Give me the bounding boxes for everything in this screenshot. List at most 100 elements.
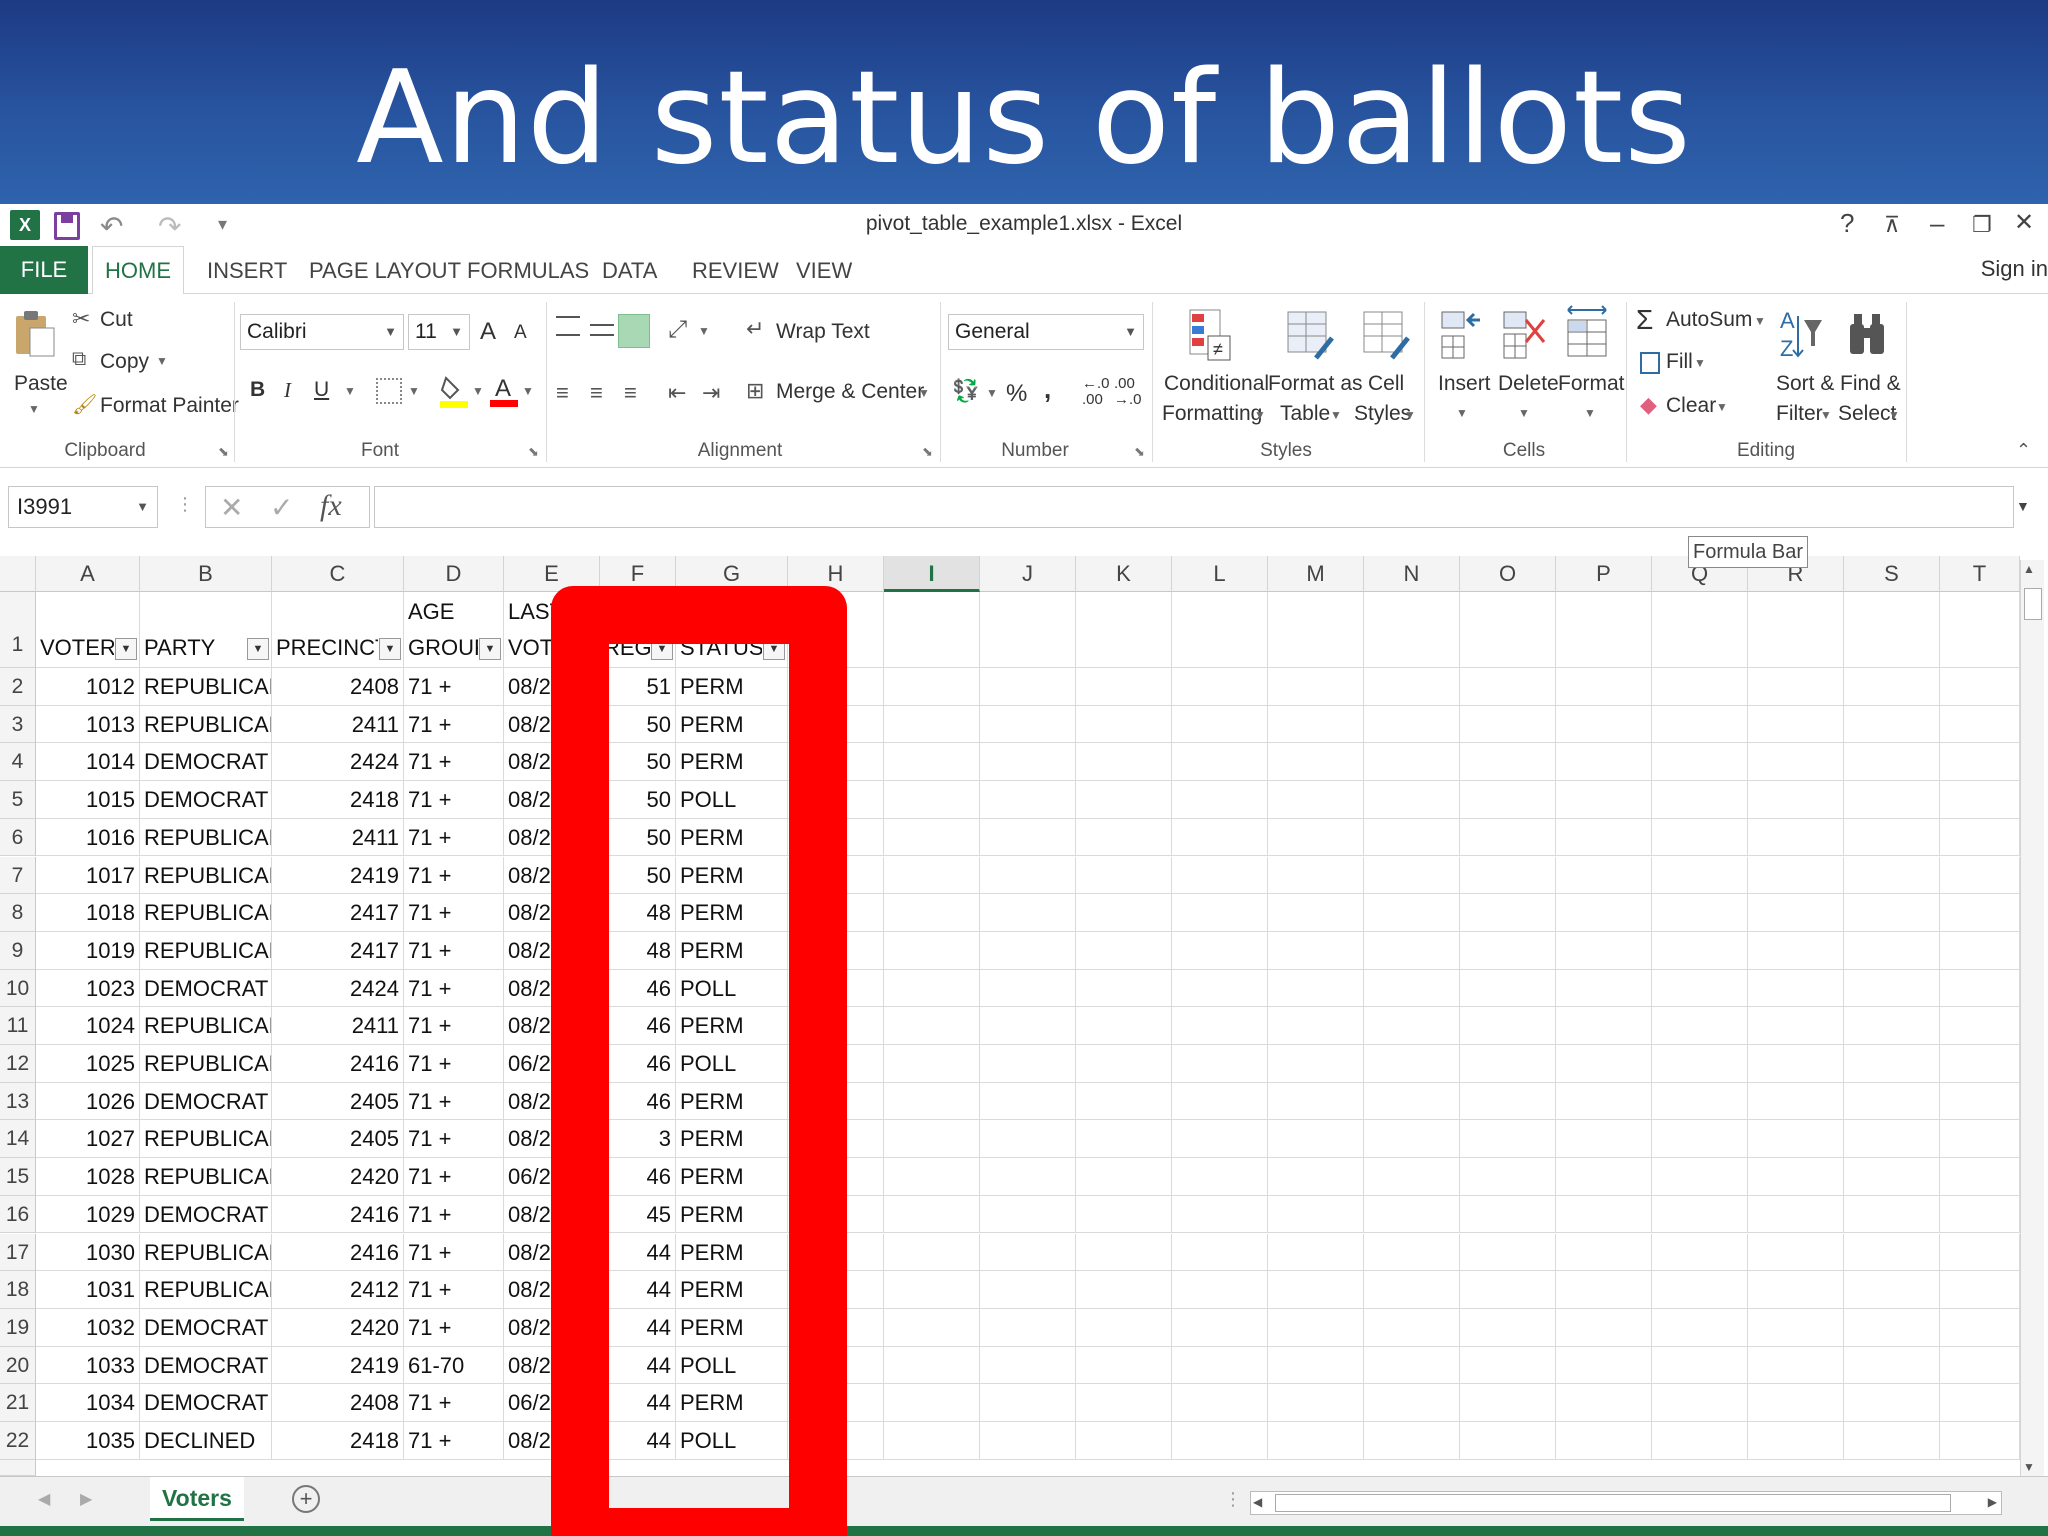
header-cell[interactable] (980, 592, 1076, 668)
sort-filter-button-line2[interactable]: Filter (1776, 402, 1823, 426)
cell-c[interactable]: 2418 (272, 781, 404, 819)
cell-d[interactable]: 71 + (404, 1158, 504, 1196)
row-header[interactable]: 9 (0, 931, 36, 970)
cell-e[interactable]: 08/2 (504, 705, 600, 744)
empty-cell[interactable] (788, 1120, 884, 1159)
cell-c[interactable]: 2405 (272, 1082, 404, 1121)
cell-c[interactable]: 2412 (272, 1271, 404, 1309)
row-header[interactable]: 2 (0, 668, 36, 706)
help-button[interactable]: ? (1840, 208, 1854, 239)
empty-cell[interactable] (980, 856, 1076, 895)
empty-cell[interactable] (1460, 1271, 1556, 1309)
empty-cell[interactable] (1268, 1271, 1364, 1309)
filter-dropdown-icon[interactable]: ▼ (115, 638, 137, 660)
empty-cell[interactable] (788, 1233, 884, 1272)
previous-sheet-icon[interactable]: ◀ (38, 1489, 50, 1509)
cell-g[interactable]: PERM (676, 668, 788, 706)
bold-button[interactable]: B (250, 378, 265, 402)
worksheet-grid[interactable]: ABCDEFGHIJKLMNOPQRST 1 VOTER ▼ PARTY ▼ PRECIN… (0, 556, 2048, 1476)
format-painter-button[interactable]: Format Painter (100, 394, 239, 418)
scroll-right-icon[interactable]: ▶ (1988, 1495, 1997, 1509)
empty-cell[interactable] (1364, 1422, 1460, 1460)
font-name-select[interactable]: Calibri ▼ (240, 314, 404, 350)
empty-cell[interactable] (1940, 856, 2020, 895)
empty-cell[interactable] (1460, 894, 1556, 932)
empty-cell[interactable] (1460, 1422, 1556, 1460)
cell-e[interactable]: 08/2 (504, 1082, 600, 1121)
cell-c[interactable]: 2411 (272, 1007, 404, 1045)
empty-cell[interactable] (1556, 668, 1652, 706)
empty-cell[interactable] (884, 1045, 980, 1083)
insert-cells-button[interactable]: Insert (1438, 372, 1491, 396)
fill-dropdown-icon[interactable]: ▼ (1694, 356, 1706, 370)
find-select-dropdown-icon[interactable]: ▼ (1888, 408, 1900, 422)
delete-dropdown-icon[interactable]: ▼ (1518, 406, 1530, 420)
empty-cell[interactable] (1748, 1158, 1844, 1196)
empty-cell[interactable] (1556, 781, 1652, 819)
cell-g[interactable]: PERM (676, 1233, 788, 1272)
cell-b[interactable]: DEMOCRAT (140, 1384, 272, 1422)
empty-cell[interactable] (1844, 1007, 1940, 1045)
empty-cell[interactable] (1076, 743, 1172, 782)
cell-d[interactable]: 71 + (404, 1195, 504, 1234)
column-header-d[interactable]: D (404, 556, 504, 592)
sign-in-link[interactable]: Sign in (1981, 256, 2048, 282)
bottom-align-icon[interactable] (618, 314, 650, 348)
empty-cell[interactable] (1268, 894, 1364, 932)
empty-cell[interactable] (1364, 1007, 1460, 1045)
column-header-e[interactable]: E (504, 556, 600, 592)
empty-cell[interactable] (1652, 818, 1748, 857)
cell-e[interactable]: 08/2 (504, 1195, 600, 1234)
cell-c[interactable]: 2416 (272, 1045, 404, 1083)
delete-cells-button[interactable]: Delete (1498, 372, 1559, 396)
empty-cell[interactable] (788, 1271, 884, 1309)
empty-cell[interactable] (1748, 1195, 1844, 1234)
sort-filter-icon[interactable]: AZ (1778, 306, 1824, 362)
accounting-format-icon[interactable]: 💱 (952, 378, 979, 404)
cell-d[interactable]: 71 + (404, 1007, 504, 1045)
cell-b[interactable]: REPUBLICAN (140, 1045, 272, 1083)
empty-cell[interactable] (1556, 1308, 1652, 1347)
row-header[interactable]: 17 (0, 1233, 36, 1272)
cell-g[interactable]: PERM (676, 1158, 788, 1196)
empty-cell[interactable] (788, 1045, 884, 1083)
cell-e[interactable]: 06/2 (504, 1045, 600, 1083)
paste-button[interactable]: Paste (14, 372, 68, 396)
find-select-icon[interactable] (1846, 306, 1890, 362)
empty-cell[interactable] (1460, 1158, 1556, 1196)
vertical-scrollbar[interactable]: ▲ ▼ (2020, 560, 2044, 1476)
empty-cell[interactable] (1556, 1045, 1652, 1083)
empty-cell[interactable] (1844, 1082, 1940, 1121)
empty-cell[interactable] (1172, 931, 1268, 970)
cell-a[interactable]: 1024 (36, 1007, 140, 1045)
empty-cell[interactable] (1268, 1422, 1364, 1460)
cell-e[interactable]: 08/2 (504, 818, 600, 857)
cell-a[interactable]: 1017 (36, 856, 140, 895)
cell-d[interactable]: 71 + (404, 705, 504, 744)
cell-c[interactable]: 2417 (272, 894, 404, 932)
empty-cell[interactable] (1556, 1158, 1652, 1196)
cell-e[interactable]: 08/2 (504, 856, 600, 895)
scroll-left-icon[interactable]: ◀ (1253, 1495, 1262, 1509)
cell-e[interactable]: 08/2 (504, 1422, 600, 1460)
formula-input[interactable] (374, 486, 2014, 528)
align-right-icon[interactable]: ≡ (624, 380, 637, 406)
filter-dropdown-icon[interactable]: ▼ (763, 638, 785, 660)
cut-button[interactable]: Cut (100, 308, 133, 332)
empty-cell[interactable] (1364, 1045, 1460, 1083)
empty-cell[interactable] (980, 818, 1076, 857)
empty-cell[interactable] (1556, 856, 1652, 895)
empty-cell[interactable] (1364, 1233, 1460, 1272)
empty-cell[interactable] (1844, 1120, 1940, 1159)
empty-cell[interactable] (980, 1271, 1076, 1309)
empty-cell[interactable] (884, 1082, 980, 1121)
conditional-formatting-button[interactable]: Conditional (1164, 372, 1269, 396)
cell-b[interactable]: REPUBLICAN (140, 818, 272, 857)
collapse-ribbon-icon[interactable]: ⌃ (2016, 440, 2031, 461)
empty-cell[interactable] (1940, 1384, 2020, 1422)
empty-cell[interactable] (1748, 1082, 1844, 1121)
empty-cell[interactable] (1652, 781, 1748, 819)
cell-e[interactable]: 08/2 (504, 1120, 600, 1159)
empty-cell[interactable] (980, 1195, 1076, 1234)
header-cell[interactable] (1076, 592, 1172, 668)
